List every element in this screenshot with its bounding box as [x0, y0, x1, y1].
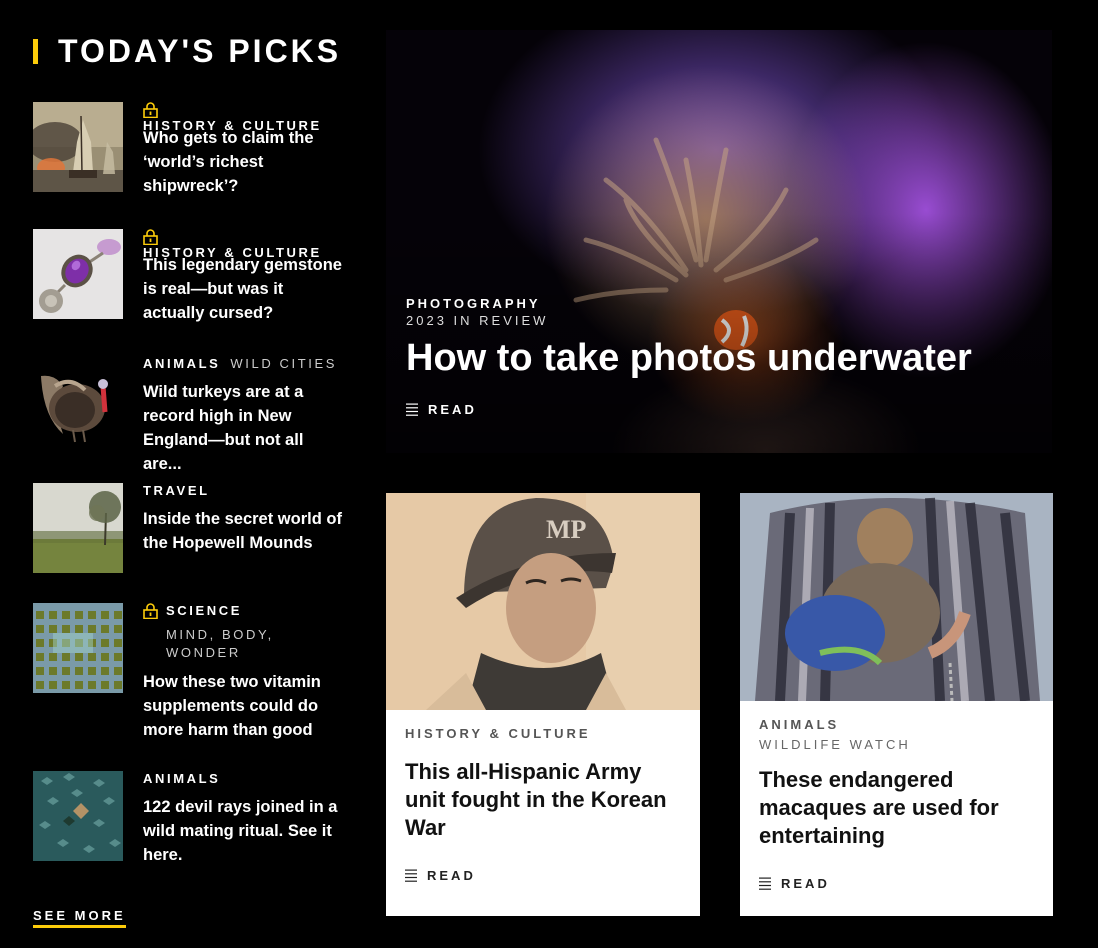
pick-body: ANIMALS 122 devil rays joined in a wild … — [143, 771, 343, 867]
pick-title: This legendary gemstone is real—but was … — [143, 256, 342, 322]
vitamin-bottles-thumbnail — [33, 603, 123, 693]
subcategory-label: MIND, BODY, WONDER — [166, 627, 274, 660]
pick-kicker: ANIMALS WILD CITIES — [143, 356, 343, 374]
pick-title: Inside the secret world of the Hopewell … — [143, 510, 342, 552]
card-body: ANIMALS WILDLIFE WATCH These endangered … — [740, 717, 1053, 891]
card-read-button[interactable]: READ — [759, 876, 1034, 891]
hero-story[interactable]: PHOTOGRAPHY 2023 IN REVIEW How to take p… — [386, 30, 1052, 453]
card-subcategory-label: WILDLIFE WATCH — [759, 737, 911, 752]
ship-battle-painting-thumbnail — [33, 102, 123, 192]
subcategory-label: WILD CITIES — [230, 356, 338, 371]
pick-body: HISTORY & CULTURE This legendary gemston… — [143, 229, 343, 325]
pick-item-turkeys[interactable]: ANIMALS WILD CITIES Wild turkeys are at … — [33, 356, 343, 476]
accent-bar — [33, 38, 38, 64]
pick-item-devil-rays[interactable]: ANIMALS 122 devil rays joined in a wild … — [33, 771, 343, 867]
pick-title: Wild turkeys are at a record high in New… — [143, 383, 304, 473]
article-lines-icon — [759, 877, 771, 890]
card-title: These endangered macaques are used for e… — [759, 767, 999, 848]
pick-title: Who gets to claim the ‘world’s richest s… — [143, 129, 314, 195]
pick-title: 122 devil rays joined in a wild mating r… — [143, 798, 338, 864]
pick-body: SCIENCE MIND, BODY, WONDER How these two… — [143, 603, 343, 742]
pick-body: TRAVEL Inside the secret world of the Ho… — [143, 483, 343, 573]
pick-kicker: TRAVEL — [143, 483, 343, 501]
hero-title: How to take photos underwater — [406, 337, 972, 379]
hero-category-label: PHOTOGRAPHY — [406, 296, 541, 311]
story-card-macaques[interactable]: ANIMALS WILDLIFE WATCH These endangered … — [740, 493, 1053, 916]
pick-item-shipwreck[interactable]: HISTORY & CULTURE Who gets to claim the … — [33, 102, 343, 198]
lock-icon — [143, 102, 158, 118]
lock-icon — [143, 603, 158, 619]
todays-picks-sidebar: TODAY'S PICKS HISTORY & CULTURE Who gets… — [33, 30, 353, 928]
todays-picks-header: TODAY'S PICKS — [33, 30, 353, 72]
pick-item-gemstone[interactable]: HISTORY & CULTURE This legendary gemston… — [33, 229, 343, 325]
pick-body: HISTORY & CULTURE Who gets to claim the … — [143, 102, 343, 198]
article-lines-icon — [406, 403, 418, 416]
pick-title: How these two vitamin supplements could … — [143, 673, 321, 739]
pick-item-vitamins[interactable]: SCIENCE MIND, BODY, WONDER How these two… — [33, 603, 343, 742]
pick-kicker: HISTORY & CULTURE — [143, 229, 343, 260]
category-label: ANIMALS — [143, 356, 221, 371]
macaque-image — [740, 493, 1053, 701]
read-label: READ — [428, 402, 477, 417]
category-label: SCIENCE — [166, 603, 242, 618]
hero-subcategory-label: 2023 IN REVIEW — [406, 313, 549, 328]
card-category-label: ANIMALS — [759, 717, 840, 732]
wild-turkey-thumbnail — [33, 356, 123, 446]
pick-item-hopewell[interactable]: TRAVEL Inside the secret world of the Ho… — [33, 483, 343, 573]
read-label: READ — [427, 868, 476, 883]
hero-read-button[interactable]: READ — [406, 402, 972, 417]
see-more-link[interactable]: SEE MORE — [33, 908, 126, 928]
card-category-label: HISTORY & CULTURE — [405, 726, 591, 741]
pick-kicker: HISTORY & CULTURE — [143, 102, 343, 133]
category-label: TRAVEL — [143, 483, 210, 498]
pick-body: ANIMALS WILD CITIES Wild turkeys are at … — [143, 356, 343, 476]
amethyst-jewel-thumbnail — [33, 229, 123, 319]
category-label: ANIMALS — [143, 771, 221, 786]
soldier-portrait-image: MP — [386, 493, 700, 710]
svg-text:MP: MP — [546, 515, 587, 544]
todays-picks-title: TODAY'S PICKS — [58, 32, 342, 69]
lock-icon — [143, 229, 158, 245]
hero-text: PHOTOGRAPHY 2023 IN REVIEW How to take p… — [406, 296, 972, 417]
pick-kicker: SCIENCE — [143, 603, 343, 619]
read-label: READ — [781, 876, 830, 891]
article-lines-icon — [405, 869, 417, 882]
devil-rays-aerial-thumbnail — [33, 771, 123, 861]
pick-kicker: ANIMALS — [143, 771, 343, 789]
story-card-hispanic-army[interactable]: MP HISTORY & CULTURE This all-Hispanic A… — [386, 493, 700, 916]
card-read-button[interactable]: READ — [405, 868, 681, 883]
card-title: This all-Hispanic Army unit fought in th… — [405, 759, 667, 840]
card-body: HISTORY & CULTURE This all-Hispanic Army… — [386, 726, 700, 883]
misty-field-tree-thumbnail — [33, 483, 123, 573]
